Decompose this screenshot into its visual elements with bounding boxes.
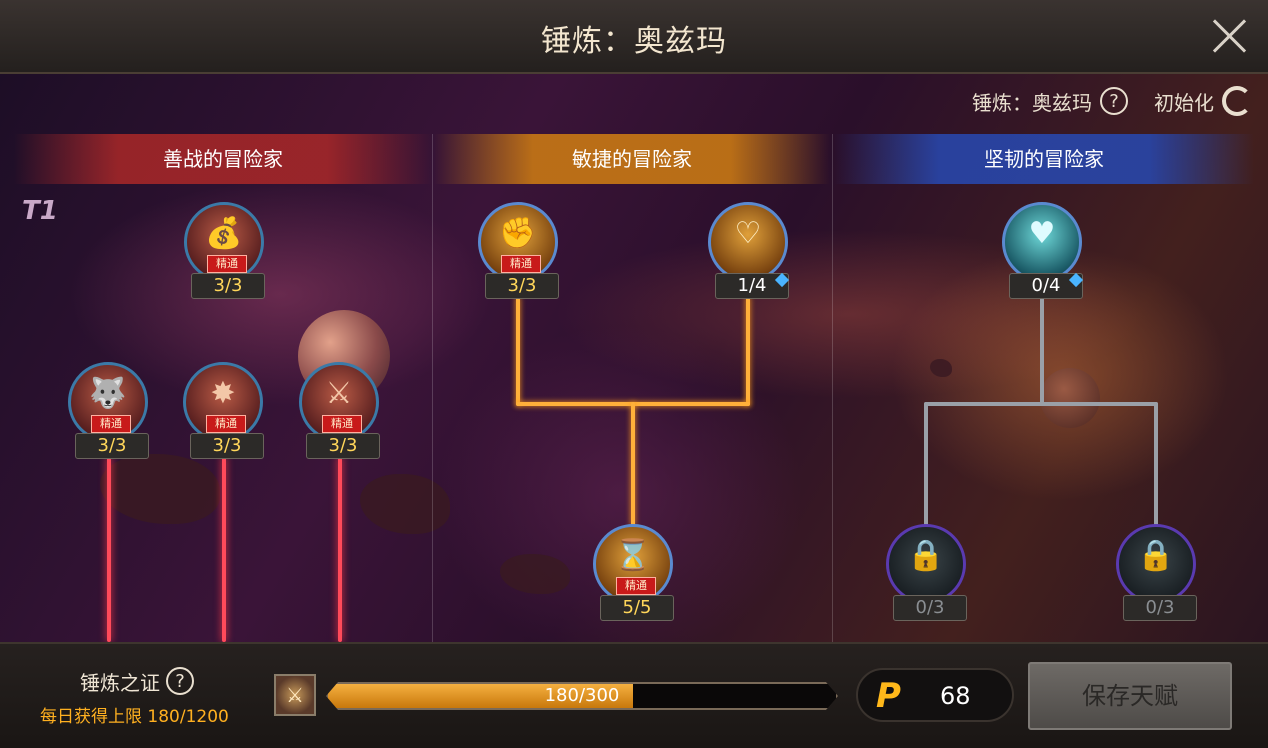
mastery-badge: 精通 (91, 415, 131, 433)
tempering-label: 锤炼：奥兹玛 (972, 90, 1092, 115)
mastery-badge: 精通 (207, 255, 247, 273)
proof-label: 锤炼之证 (80, 670, 160, 695)
skill-node-warrior-b[interactable]: ✸ 精通 3/3 (183, 362, 264, 459)
skill-node-agile-a[interactable]: ✊ 精通 3/3 (478, 202, 559, 299)
beast-icon: 🐺 (89, 376, 127, 411)
fist-icon: ✊ (499, 216, 537, 251)
p-coin-icon: P (876, 676, 901, 716)
skill-node-tough-locked-right[interactable]: 🔒 0/3 (1116, 524, 1197, 621)
connector-line (924, 402, 928, 526)
save-talent-button[interactable]: 保存天赋 (1028, 662, 1232, 730)
tier-label: T1 (22, 196, 58, 226)
reset-icon[interactable] (1222, 86, 1252, 116)
connector-line (631, 402, 635, 526)
top-info-bar: 锤炼：奥兹玛 ? 初始化 (972, 84, 1252, 118)
reset-label[interactable]: 初始化 (1154, 87, 1214, 116)
skill-level: 3/3 (485, 273, 559, 299)
mastery-badge: 精通 (322, 415, 362, 433)
asteroid-decoration (360, 474, 450, 534)
help-icon[interactable]: ? (1100, 87, 1128, 115)
column-header-tough: 坚韧的冒险家 (834, 134, 1254, 184)
connector-line (924, 402, 1158, 406)
column-divider (432, 134, 433, 642)
mastery-badge: 精通 (206, 415, 246, 433)
title-bar: 锤炼：奥兹玛 (0, 0, 1268, 74)
column-divider (832, 134, 833, 642)
hourglass-icon: ⌛ (614, 538, 652, 573)
connector-line (1040, 296, 1044, 406)
asteroid-decoration (500, 554, 570, 594)
skill-node-warrior-c[interactable]: ⚔ 精通 3/3 (299, 362, 380, 459)
sack-icon: 💰 (205, 216, 243, 251)
skill-level: 3/3 (75, 433, 149, 459)
skill-node-warrior-top[interactable]: 💰 精通 3/3 (184, 202, 265, 299)
column-header-warrior: 善战的冒险家 (14, 134, 432, 184)
connector-line (746, 296, 750, 406)
progress-text: 180/300 (544, 685, 620, 706)
asteroid-decoration (930, 359, 952, 377)
skill-node-tough-a[interactable]: ♥ 0/4 (1002, 202, 1084, 299)
mastery-badge: 精通 (616, 577, 656, 595)
heart-plus-icon: ♡ (734, 216, 762, 251)
connector-line (338, 456, 342, 642)
skill-level: 5/5 (600, 595, 674, 621)
progress-bar: 180/300 (326, 682, 838, 710)
column-header-agile: 敏捷的冒险家 (434, 134, 830, 184)
help-icon[interactable]: ? (166, 667, 194, 695)
connector-line (516, 296, 520, 406)
close-icon[interactable] (1212, 18, 1248, 54)
connector-line (107, 456, 111, 642)
skill-level: 0/3 (1123, 595, 1197, 621)
currency-value: 68 (940, 682, 971, 710)
burst-icon: ✸ (210, 376, 236, 411)
moon-decoration (1040, 368, 1100, 428)
connector-line (1154, 402, 1158, 526)
window-title: 锤炼：奥兹玛 (541, 24, 727, 59)
tempering-proof-item-icon[interactable]: ⚔ (274, 674, 316, 716)
skill-level: 3/3 (191, 273, 265, 299)
blade-icon: ⚔ (325, 376, 353, 411)
currency-display: P 68 (856, 668, 1014, 722)
lock-icon: 🔒 (1137, 538, 1175, 573)
lock-icon: 🔒 (907, 538, 945, 573)
heart-icon: ♥ (1028, 216, 1056, 251)
asteroid-decoration (100, 454, 220, 524)
mastery-badge: 精通 (501, 255, 541, 273)
skill-level: 0/3 (893, 595, 967, 621)
proof-label-group: 锤炼之证 ? (80, 664, 194, 698)
skill-node-agile-b[interactable]: ♡ 1/4 (708, 202, 790, 299)
skill-node-tough-locked-left[interactable]: 🔒 0/3 (886, 524, 967, 621)
skill-level: 3/3 (190, 433, 264, 459)
skill-node-agile-c[interactable]: ⌛ 精通 5/5 (593, 524, 674, 621)
skill-level: 3/3 (306, 433, 380, 459)
connector-line (222, 456, 226, 642)
skill-node-warrior-a[interactable]: 🐺 精通 3/3 (68, 362, 149, 459)
daily-limit-text: 每日获得上限 180/1200 (40, 707, 229, 727)
